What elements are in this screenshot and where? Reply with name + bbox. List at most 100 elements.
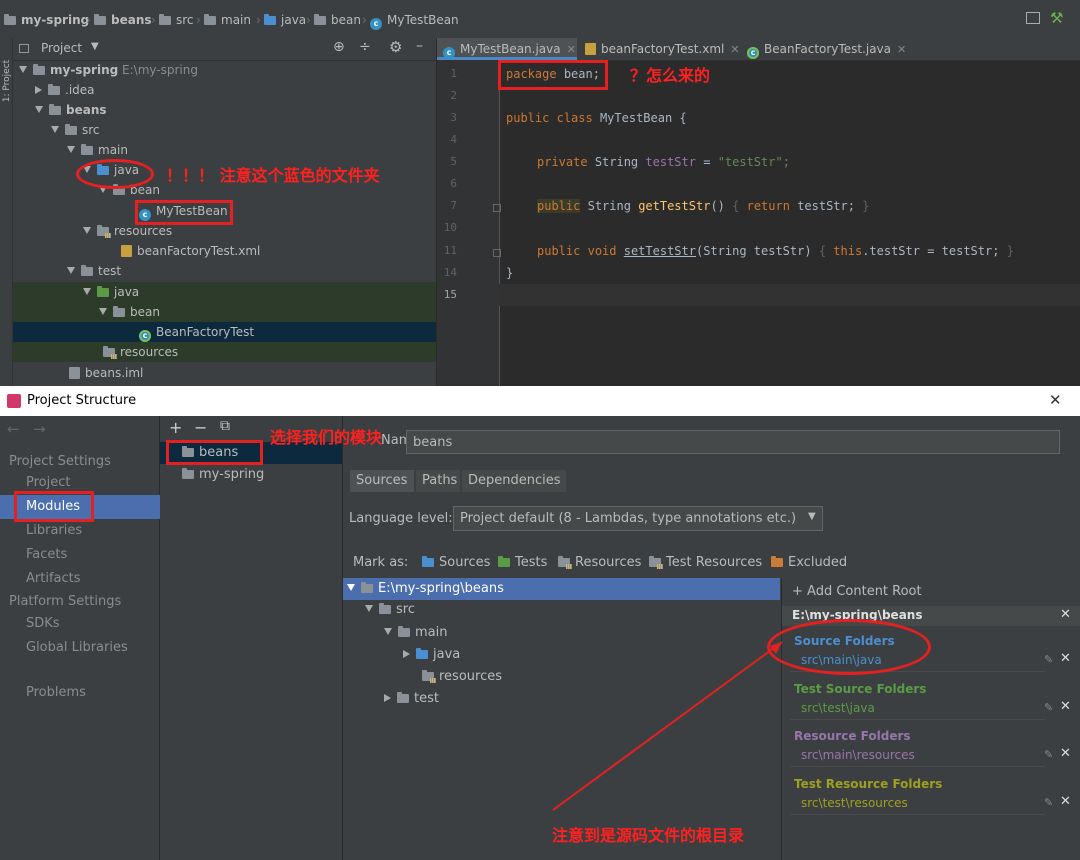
fold-toggle-icon[interactable] (493, 249, 501, 257)
mark-resources-button[interactable]: Resources (558, 554, 641, 572)
edit-icon[interactable]: ✎ (1044, 796, 1053, 809)
add-content-root-button[interactable]: + Add Content Root (792, 584, 922, 599)
tree-item-src[interactable]: src (13, 120, 436, 140)
collapse-icon[interactable] (35, 86, 42, 94)
expand-icon[interactable] (384, 628, 392, 635)
mark-excluded-button[interactable]: Excluded (771, 554, 847, 572)
language-level-select[interactable]: Project default (8 - Lambdas, type annot… (453, 506, 823, 531)
nav-item-libraries[interactable]: Libraries (0, 519, 185, 543)
collapse-all-icon[interactable]: ÷ (359, 39, 371, 55)
project-view-selector[interactable]: Project (41, 41, 82, 55)
project-tool-window-button[interactable]: 1: Project (2, 60, 12, 102)
dialog-title: Project Structure (27, 393, 137, 408)
expand-icon[interactable] (99, 308, 107, 315)
expand-icon[interactable] (51, 126, 59, 133)
expand-icon[interactable] (67, 146, 75, 153)
breadcrumb-item[interactable]: src (159, 11, 194, 29)
tree-item-idea[interactable]: .idea (13, 80, 436, 100)
tree-item-src[interactable]: src (343, 599, 780, 621)
close-button[interactable]: ✕ (1049, 391, 1062, 409)
resources-folder-icon (97, 225, 111, 238)
build-hammer-icon[interactable]: ⚒ (1050, 9, 1063, 27)
tree-item-my-spring[interactable]: my-spring E:\my-spring (13, 60, 436, 80)
nav-item-facets[interactable]: Facets (0, 543, 185, 567)
code-line-3[interactable]: public class MyTestBean { (506, 111, 687, 125)
module-item-my-spring[interactable]: my-spring (160, 464, 342, 486)
tree-item-test-bean[interactable]: bean (13, 302, 436, 322)
remove-icon[interactable]: ✕ (1060, 699, 1071, 714)
expand-icon[interactable] (35, 106, 43, 113)
tree-item-main[interactable]: main (13, 140, 436, 160)
module-name-input[interactable] (406, 430, 1060, 454)
terminal-icon[interactable] (1026, 12, 1040, 24)
chevron-down-icon[interactable]: ▼ (91, 41, 99, 52)
forward-arrow-icon[interactable]: → (33, 420, 46, 438)
tree-item-resources[interactable]: resources (343, 666, 780, 688)
mark-tests-button[interactable]: Tests (498, 554, 547, 572)
locate-icon[interactable]: ⊕ (333, 39, 345, 55)
expand-icon[interactable] (83, 227, 91, 234)
edit-icon[interactable]: ✎ (1044, 653, 1053, 666)
back-arrow-icon[interactable]: ← (7, 420, 20, 438)
add-module-button[interactable]: + (169, 418, 182, 437)
mark-sources-button[interactable]: Sources (422, 554, 490, 572)
edit-icon[interactable]: ✎ (1044, 701, 1053, 714)
test-source-folder-path[interactable]: src\test\java (801, 701, 875, 715)
collapse-icon[interactable] (384, 694, 391, 702)
nav-item-sdks[interactable]: SDKs (0, 612, 185, 636)
fold-toggle-icon[interactable] (493, 204, 501, 212)
copy-module-button[interactable]: ⧉ (220, 418, 230, 434)
gear-icon[interactable]: ⚙ (389, 38, 402, 56)
nav-item-artifacts[interactable]: Artifacts (0, 567, 185, 591)
code-line-5[interactable]: private String testStr = "testStr"; (537, 155, 790, 169)
tree-item-beanfactorytest-xml[interactable]: beanFactoryTest.xml (13, 241, 436, 261)
tab-dependencies[interactable]: Dependencies (462, 470, 566, 492)
breadcrumb-item[interactable]: beans (94, 11, 152, 29)
nav-section-platform-settings: Platform Settings (9, 594, 122, 609)
remove-icon[interactable]: ✕ (1060, 794, 1071, 809)
edit-icon[interactable]: ✎ (1044, 748, 1053, 761)
tree-item-test-resources[interactable]: resources (13, 342, 436, 362)
tab-mytestbean-java[interactable]: c MyTestBean.java ✕ (437, 38, 577, 60)
close-icon[interactable]: ✕ (897, 43, 906, 56)
code-line-11[interactable]: public void setTestStr(String testStr) {… (537, 244, 1014, 258)
expand-icon[interactable] (347, 584, 355, 591)
tab-paths[interactable]: Paths (416, 470, 460, 492)
tree-item-test[interactable]: test (13, 261, 436, 281)
tree-item-test[interactable]: test (343, 688, 780, 710)
code-line-14[interactable]: } (506, 266, 513, 280)
remove-icon[interactable]: ✕ (1060, 651, 1071, 666)
tab-beanfactorytest-xml[interactable]: beanFactoryTest.xml ✕ (579, 38, 740, 60)
tab-sources[interactable]: Sources (350, 470, 414, 492)
remove-icon[interactable]: ✕ (1060, 746, 1071, 761)
remove-module-button[interactable]: − (194, 418, 207, 437)
tree-item-main[interactable]: main (343, 622, 780, 644)
tree-item-java[interactable]: java (343, 644, 780, 666)
breadcrumb-item[interactable]: c MyTestBean (370, 11, 459, 30)
test-resource-folder-path[interactable]: src\test\resources (801, 796, 908, 810)
nav-item-problems[interactable]: Problems (0, 681, 185, 705)
tree-item-content-root[interactable]: E:\my-spring\beans (343, 578, 780, 600)
close-icon[interactable]: ✕ (567, 43, 576, 56)
collapse-icon[interactable] (403, 650, 410, 658)
tree-item-beanfactorytest[interactable]: c BeanFactoryTest (13, 322, 436, 342)
breadcrumb-item[interactable]: bean (314, 11, 361, 29)
close-icon[interactable]: ✕ (730, 43, 739, 56)
resource-folder-path[interactable]: src\main\resources (801, 748, 915, 762)
expand-icon[interactable] (67, 267, 75, 274)
breadcrumb-item[interactable]: java (264, 11, 306, 29)
expand-icon[interactable] (83, 288, 91, 295)
expand-icon[interactable] (365, 605, 373, 612)
hide-panel-icon[interactable]: – (416, 38, 423, 54)
expand-icon[interactable] (19, 66, 27, 73)
code-line-7[interactable]: public String getTestStr() { return test… (537, 199, 869, 213)
tree-item-beans[interactable]: beans (13, 100, 436, 120)
mark-test-resources-button[interactable]: Test Resources (649, 554, 762, 572)
tab-beanfactorytest-java[interactable]: c BeanFactoryTest.java ✕ (741, 38, 907, 60)
tree-item-test-java[interactable]: java (13, 282, 436, 302)
remove-root-icon[interactable]: ✕ (1060, 607, 1071, 622)
breadcrumb-item[interactable]: main (204, 11, 251, 29)
breadcrumb-item[interactable]: my-spring (4, 11, 89, 29)
nav-item-global-libraries[interactable]: Global Libraries (0, 636, 185, 660)
tree-item-beans-iml[interactable]: beans.iml (13, 363, 436, 383)
